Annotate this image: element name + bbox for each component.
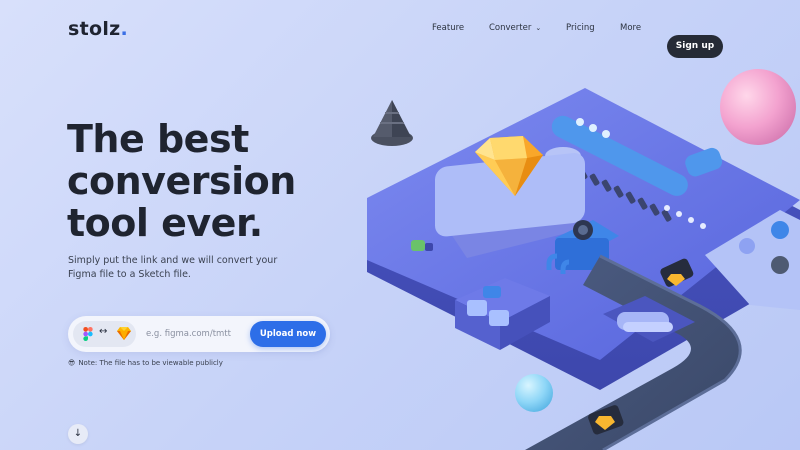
- chevron-down-icon: ⌄: [535, 24, 542, 32]
- hero-title-line-2: conversion: [67, 159, 296, 203]
- hero-subtitle: Simply put the link and we will convert …: [68, 255, 278, 280]
- upload-form: ↔ Upload now: [68, 316, 330, 352]
- conversion-direction-chip: ↔: [73, 321, 136, 347]
- upload-now-button[interactable]: Upload now: [250, 321, 326, 347]
- nav-item-pricing[interactable]: Pricing: [566, 23, 595, 33]
- blue-sphere: [515, 374, 553, 412]
- hero-title-line-3: tool ever.: [67, 201, 263, 245]
- figma-icon: [83, 327, 93, 341]
- hero-title-line-1: The best: [67, 117, 249, 161]
- sketch-icon: [117, 327, 131, 340]
- nav-item-converter-label: Converter: [489, 23, 532, 33]
- pink-sphere: [720, 69, 796, 145]
- note-text: Note: The file has to be viewable public…: [78, 359, 223, 367]
- signup-button[interactable]: Sign up: [667, 35, 723, 58]
- sunglasses-emoji-icon: 😎: [68, 359, 76, 367]
- figma-url-input[interactable]: [146, 325, 248, 343]
- dark-cone: [371, 100, 413, 146]
- nav-item-more[interactable]: More: [620, 23, 641, 33]
- nav-item-feature[interactable]: Feature: [432, 23, 464, 33]
- green-switch: [411, 240, 425, 251]
- top-navigation: Feature Converter ⌄ Pricing More Sign up: [0, 18, 800, 58]
- hero-illustration: [367, 69, 800, 450]
- convert-arrows-icon: ↔: [99, 326, 108, 337]
- arrow-down-icon: ↓: [73, 428, 83, 439]
- nav-item-converter[interactable]: Converter ⌄: [489, 23, 541, 33]
- hero-title: The best conversion tool ever.: [67, 118, 367, 244]
- scroll-down-button[interactable]: ↓: [68, 424, 88, 444]
- viewability-note: 😎 Note: The file has to be viewable publi…: [68, 359, 223, 367]
